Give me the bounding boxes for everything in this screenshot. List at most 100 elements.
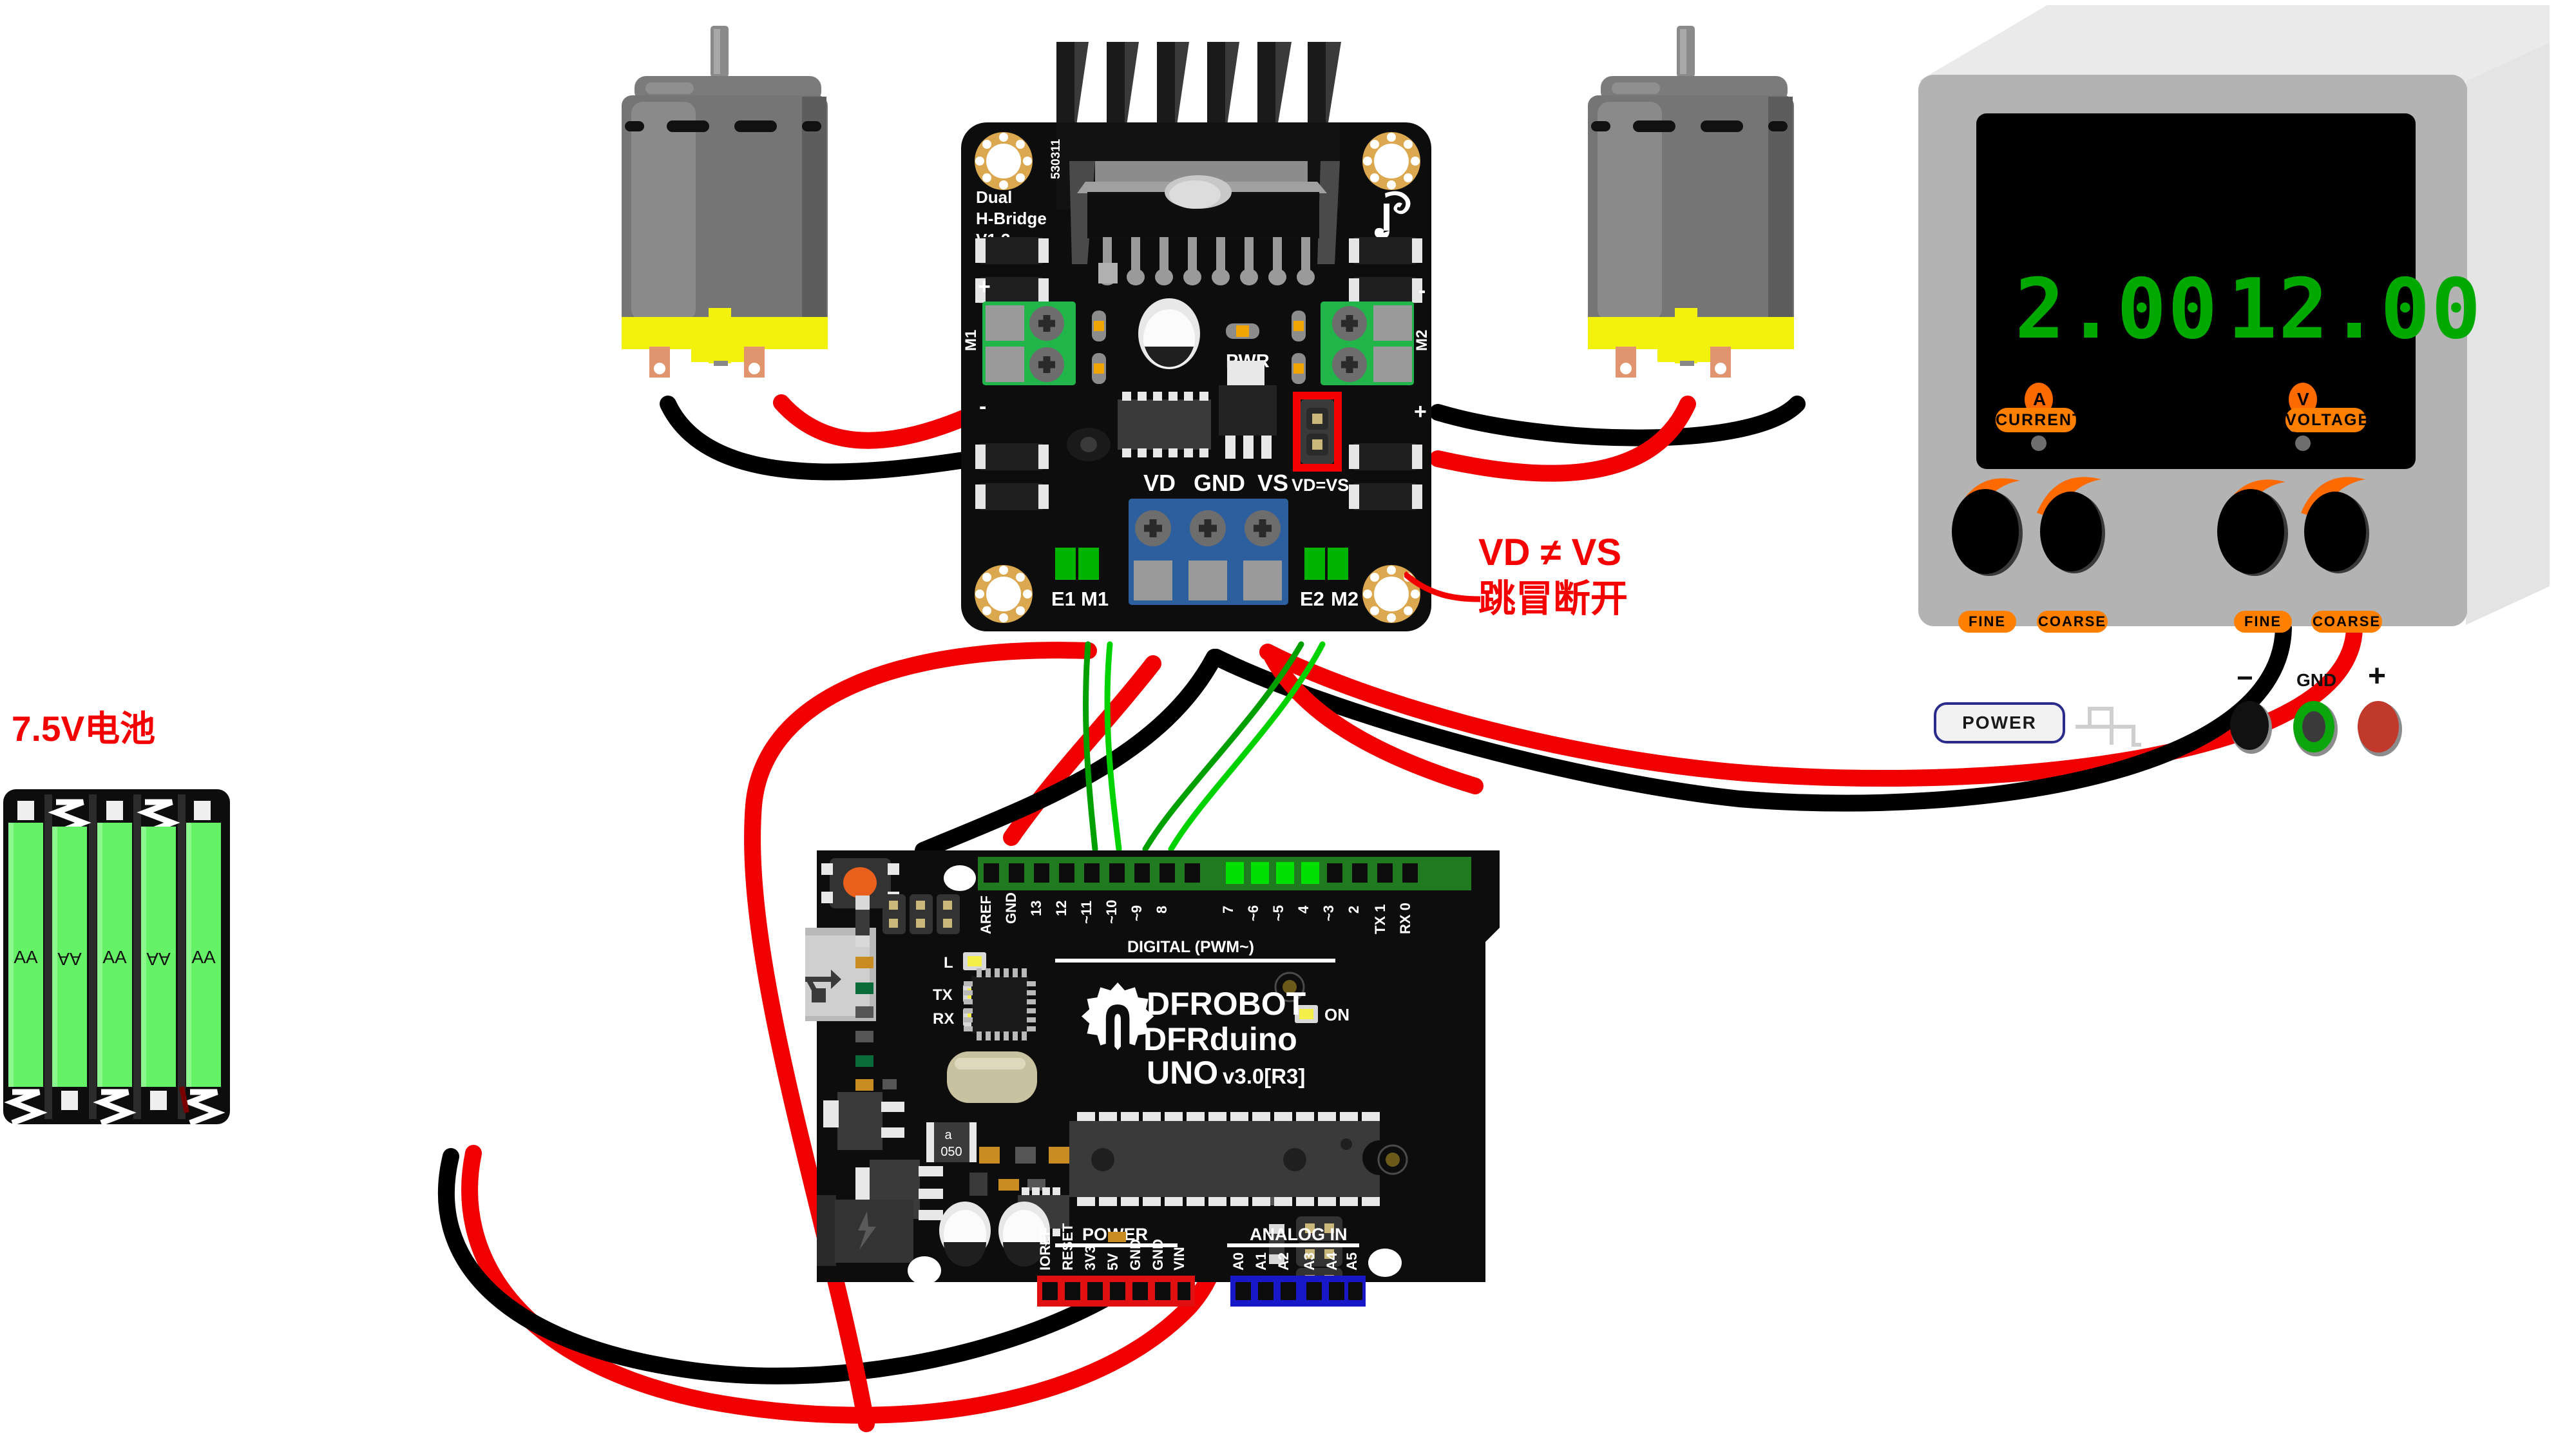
svg-text:3V3: 3V3: [1082, 1245, 1098, 1270]
signal-label-e1: E1: [1051, 588, 1076, 610]
m1-minus-sign: -: [979, 394, 986, 419]
dip-mcu: [1069, 1112, 1380, 1206]
terminal-block-m2: [1321, 302, 1414, 385]
battery-cell-5: AA: [182, 801, 225, 1126]
svg-text:2: 2: [1346, 906, 1362, 914]
psu-terminal-negative-label: −: [2237, 662, 2253, 694]
voltage-readout: 12.00: [2228, 262, 2483, 358]
driver-board-code: 530311: [1049, 139, 1063, 179]
svg-text:RX 0: RX 0: [1397, 903, 1413, 934]
voltage-unit-badge: V: [2297, 389, 2309, 409]
svg-text:GND: GND: [1003, 892, 1019, 924]
psu-knobs[interactable]: [1939, 443, 2454, 637]
led-label-l: L: [944, 954, 953, 972]
m2-minus-sign: -: [1418, 278, 1426, 303]
svg-text:TX 1: TX 1: [1372, 905, 1388, 934]
power-jack: [817, 1195, 913, 1266]
terminal-label-m1: M1: [962, 330, 980, 351]
svg-text:A5: A5: [1344, 1252, 1360, 1270]
arduino-brand: DFROBOT: [1147, 986, 1306, 1022]
power-supply[interactable]: 2.00 12.00 A V C.C C.V CURRENT VOLTAGE: [1900, 5, 2570, 649]
signal-label-e2: E2: [1300, 588, 1324, 610]
mount-hole-top: [944, 865, 976, 891]
led-label-rx: RX: [933, 1010, 954, 1028]
diagram-canvas: .wr{fill:none;stroke:#f00000;stroke-widt…: [0, 0, 2576, 1447]
svg-text:~6: ~6: [1245, 905, 1261, 921]
svg-text:A4: A4: [1324, 1252, 1340, 1270]
voltage-coarse-button[interactable]: COARSE: [2311, 611, 2382, 633]
arduino-variant: UNO: [1147, 1055, 1218, 1091]
small-ic: [1114, 392, 1211, 457]
battery-cell-2: AA: [48, 799, 91, 1110]
psu-terminal-gnd-label: GND: [2296, 670, 2337, 690]
mcu-qfp: [964, 968, 1036, 1040]
terminal-block-m1: [982, 302, 1076, 385]
svg-text:~9: ~9: [1129, 905, 1145, 921]
current-coarse-button[interactable]: COARSE: [2037, 611, 2108, 633]
svg-text:A1: A1: [1253, 1252, 1269, 1270]
svg-text:VIN: VIN: [1171, 1247, 1187, 1270]
svg-text:5V: 5V: [1105, 1253, 1121, 1270]
power-terminal-label-gnd: GND: [1194, 470, 1245, 496]
svg-text:IOREF: IOREF: [1037, 1227, 1053, 1270]
svg-text:12: 12: [1053, 901, 1069, 916]
power-terminal-label-vs: VS: [1257, 470, 1288, 496]
svg-text:~5: ~5: [1270, 905, 1286, 921]
battery-cell-3: AA: [93, 801, 137, 1126]
mount-hole-bottom-left: [908, 1256, 941, 1285]
arduino-model: DFRduino: [1143, 1021, 1297, 1057]
jumper-note-leader: [1404, 571, 1481, 602]
m1-plus-sign: +: [978, 274, 991, 299]
svg-text:AA: AA: [14, 947, 38, 967]
on-led-label: ON: [1324, 1005, 1350, 1024]
svg-text:~11: ~11: [1078, 901, 1094, 924]
svg-text:AA: AA: [191, 947, 216, 967]
current-fine-button[interactable]: FINE: [1958, 611, 2016, 633]
svg-text:A3: A3: [1301, 1252, 1317, 1270]
svg-text:~10: ~10: [1103, 900, 1120, 924]
svg-text:050: 050: [940, 1145, 962, 1159]
current-unit-badge: A: [2033, 389, 2046, 409]
analog-header-label: ANALOG IN: [1250, 1225, 1348, 1244]
svg-text:A0: A0: [1230, 1252, 1246, 1270]
signal-label-m2: M2: [1331, 588, 1359, 610]
power-terminal-label-vd: VD: [1143, 470, 1176, 496]
voltage-fine-button[interactable]: FINE: [2234, 611, 2292, 633]
svg-text:~3: ~3: [1321, 905, 1337, 921]
psu-terminal-positive-label: +: [2368, 659, 2387, 693]
driver-name-line1: Dual: [976, 187, 1012, 207]
svg-text:A2: A2: [1275, 1252, 1292, 1270]
psu-power-button[interactable]: POWER: [1934, 702, 2065, 743]
svg-text:AA: AA: [102, 947, 127, 967]
battery-pack: AA AA AA AA AA: [3, 789, 230, 1126]
arduino-revision: v3.0[R3]: [1223, 1064, 1305, 1088]
terminal-label-m2: M2: [1413, 330, 1431, 351]
battery-cell-4: AA: [137, 799, 180, 1110]
aux-headers: [883, 894, 960, 934]
svg-text:GND: GND: [1127, 1239, 1143, 1270]
svg-text:8: 8: [1154, 906, 1170, 914]
fuse: a 050: [926, 1122, 977, 1162]
psu-output-terminals[interactable]: [2222, 644, 2480, 786]
battery-label: 7.5V电池: [12, 709, 156, 749]
arduino-board[interactable]: AREF GND 13 12 ~11 ~10 ~9 8 7 ~6 ~5 4 ~3…: [805, 838, 1520, 1321]
svg-text:4: 4: [1295, 905, 1312, 914]
voltage-group-heading: VOLTAGE: [2285, 408, 2369, 432]
svg-text:13: 13: [1028, 901, 1044, 916]
digital-header-label: DIGITAL (PWM~): [1127, 938, 1254, 956]
current-group-heading: CURRENT: [1996, 408, 2082, 432]
signal-label-m1: M1: [1081, 588, 1109, 610]
driver-name-line2: H-Bridge: [976, 209, 1047, 228]
motor-left: [622, 26, 828, 378]
svg-text:7: 7: [1220, 906, 1236, 914]
motor-right: [1588, 26, 1794, 378]
vd-vs-jumper-label: VD=VS: [1292, 475, 1349, 495]
svg-text:AA: AA: [146, 949, 171, 969]
svg-text:RESET: RESET: [1060, 1223, 1076, 1270]
psu-waveform-icon: [2075, 707, 2141, 747]
m2-plus-sign: +: [1414, 399, 1427, 424]
svg-text:AA: AA: [57, 949, 82, 969]
svg-text:a: a: [944, 1128, 952, 1142]
motor-driver-board[interactable]: Dual H-Bridge V1.3 530311 M1 +: [940, 32, 1456, 676]
current-readout: 2.00: [2015, 262, 2219, 358]
